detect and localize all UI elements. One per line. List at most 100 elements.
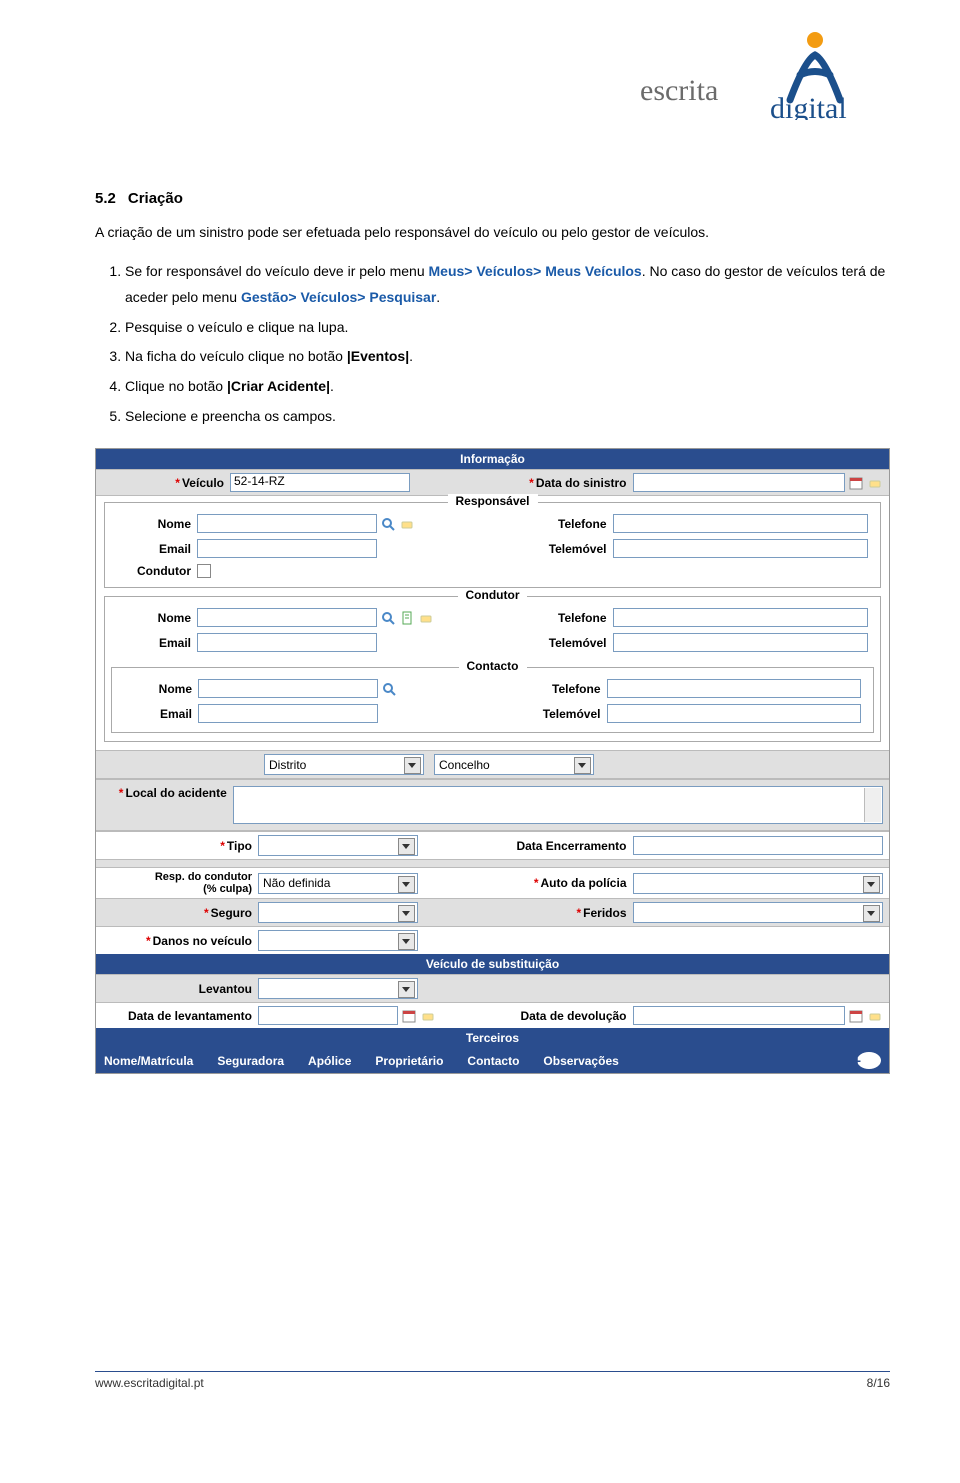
fieldset-condutor: Condutor Nome Telefone Email [104,596,881,742]
label-telefone: Telefone [493,517,613,531]
label-telemovel: Telemóvel [493,636,613,650]
label-seguro: Seguro [102,906,258,920]
fieldset-responsavel: Responsável Nome Telefone Email [104,502,881,588]
header-informacao: Informação [96,449,889,469]
menu-path-1: Meus> Veículos> Meus Veículos [429,263,642,279]
eraser-icon[interactable] [420,1008,436,1024]
label-danos: Danos no veículo [102,934,258,948]
calendar-icon[interactable] [848,1008,864,1024]
header-veiculo-subst: Veículo de substituição [96,954,889,974]
calendar-icon[interactable] [848,475,864,491]
legend-responsavel: Responsável [447,494,537,508]
header-terceiros: Terceiros [96,1028,889,1048]
legend-contacto: Contacto [459,659,527,673]
select-danos[interactable] [258,930,418,951]
select-seguro[interactable] [258,902,418,923]
footer-page: 8/16 [867,1376,890,1390]
search-icon[interactable] [381,681,397,697]
label-telefone: Telefone [493,611,613,625]
label-email: Email [117,636,197,650]
input-resp-email[interactable] [197,539,377,558]
label-data-sinistro: Data do sinistro [493,476,633,490]
search-icon[interactable] [380,516,396,532]
step-2: Pesquise o veículo e clique na lupa. [125,315,890,341]
eraser-icon[interactable] [867,475,883,491]
search-icon[interactable] [380,610,396,626]
step-4: Clique no botão |Criar Acidente|. [125,374,890,400]
input-cond-email[interactable] [197,633,377,652]
svg-text:escrita: escrita [640,74,718,107]
label-local: Local do acidente [102,786,233,800]
section-title-text: Criação [128,190,183,207]
input-resp-telemovel[interactable] [613,539,869,558]
label-email: Email [117,542,197,556]
input-data-lev[interactable] [258,1006,398,1025]
document-icon[interactable] [399,610,415,626]
select-levantou[interactable] [258,978,418,999]
select-feridos[interactable] [633,902,884,923]
footer-url: www.escritadigital.pt [95,1376,204,1390]
eraser-icon[interactable] [418,610,434,626]
label-data-enc: Data Encerramento [493,839,633,853]
select-tipo[interactable] [258,835,418,856]
input-veiculo[interactable]: 52-14-RZ [230,473,410,492]
input-cont-telefone[interactable] [607,679,862,698]
select-distrito[interactable]: Distrito [264,754,424,775]
calendar-icon[interactable] [401,1008,417,1024]
label-feridos: Feridos [493,906,633,920]
label-nome: Nome [117,611,197,625]
textarea-local[interactable] [233,786,883,824]
input-cont-email[interactable] [198,704,378,723]
input-resp-nome[interactable] [197,514,377,533]
input-cond-telemovel[interactable] [613,633,869,652]
label-data-dev: Data de devolução [493,1009,633,1023]
label-nome: Nome [124,682,198,696]
input-data-sinistro[interactable] [633,473,846,492]
steps-list: Se for responsável do veículo deve ir pe… [95,259,890,430]
input-cond-nome[interactable] [197,608,377,627]
label-data-lev: Data de levantamento [102,1009,258,1023]
label-nome: Nome [117,517,197,531]
add-terceiro-button[interactable]: + [857,1052,881,1069]
form-screenshot: Informação Veículo 52-14-RZ Data do sini… [95,448,890,1074]
criar-acidente-button-name: |Criar Acidente| [227,378,330,394]
input-cont-nome[interactable] [198,679,378,698]
eventos-button-name: |Eventos| [347,348,409,364]
menu-path-2: Gestão> Veículos> Pesquisar [241,289,436,305]
intro-paragraph: A criação de um sinistro pode ser efetua… [95,221,890,245]
label-telefone: Telefone [493,682,607,696]
label-telemovel: Telemóvel [493,707,607,721]
input-data-enc[interactable] [633,836,884,855]
label-resp-condutor: Resp. do condutor(% culpa) [102,871,258,895]
label-levantou: Levantou [102,982,258,996]
select-auto-policia[interactable] [633,873,884,894]
select-concelho[interactable]: Concelho [434,754,594,775]
fieldset-contacto: Contacto Nome Telefone Email [111,667,874,733]
brand-logo: escrita digital [640,30,900,120]
eraser-icon[interactable] [399,516,415,532]
label-telemovel: Telemóvel [493,542,613,556]
eraser-icon[interactable] [867,1008,883,1024]
input-resp-telefone[interactable] [613,514,869,533]
col-observacoes: Observações [543,1054,642,1068]
label-auto-policia: Auto da polícia [493,876,633,890]
step-5: Selecione e preencha os campos. [125,404,890,430]
section-heading: 5.2 Criação [95,190,890,207]
step-1: Se for responsável do veículo deve ir pe… [125,259,890,311]
input-cont-telemovel[interactable] [607,704,862,723]
checkbox-condutor[interactable] [197,564,211,578]
col-contacto: Contacto [467,1054,543,1068]
label-tipo: Tipo [102,839,258,853]
col-seguradora: Seguradora [217,1054,308,1068]
label-email: Email [124,707,198,721]
col-proprietario: Proprietário [375,1054,467,1068]
label-condutor-check: Condutor [117,564,197,578]
input-cond-telefone[interactable] [613,608,869,627]
input-data-dev[interactable] [633,1006,846,1025]
select-resp-condutor[interactable]: Não definida [258,873,418,894]
step-3: Na ficha do veículo clique no botão |Eve… [125,344,890,370]
terceiros-columns: Nome/Matrícula Seguradora Apólice Propri… [96,1048,889,1073]
col-apolice: Apólice [308,1054,375,1068]
legend-condutor: Condutor [458,588,528,602]
section-number: 5.2 [95,190,116,207]
